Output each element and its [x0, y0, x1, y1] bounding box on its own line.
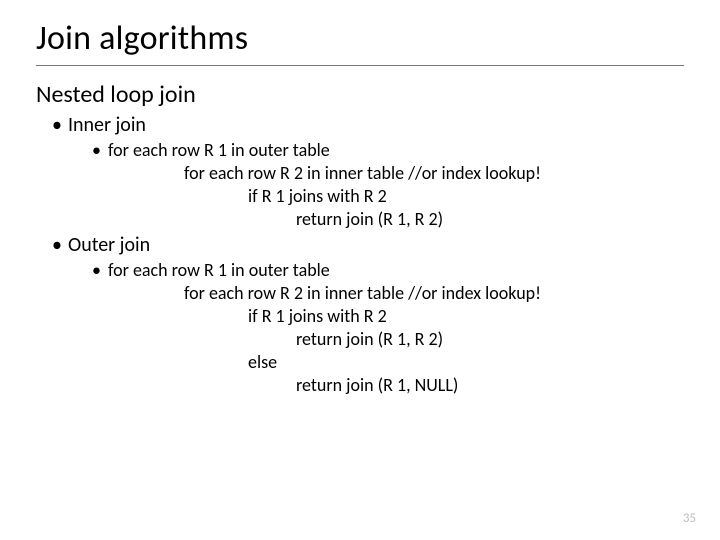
slide-title: Join algorithms: [36, 18, 684, 59]
outer-code-line-5: else: [248, 351, 684, 374]
inner-code-line-4: return join (R 1, R 2): [296, 208, 684, 231]
outer-code-line-2: for each row R 2 in inner table //or ind…: [184, 282, 684, 305]
slide-subhead: Nested loop join: [36, 80, 684, 109]
outer-code-line-1: for each row R 1 in outer table: [108, 259, 684, 282]
bullet-inner-join: Inner join: [68, 113, 684, 137]
title-divider: [36, 65, 684, 66]
outer-code-line-3: if R 1 joins with R 2: [248, 305, 684, 328]
inner-code-line-2: for each row R 2 in inner table //or ind…: [184, 162, 684, 185]
inner-code-line-3: if R 1 joins with R 2: [248, 185, 684, 208]
inner-code-line-1: for each row R 1 in outer table: [108, 139, 684, 162]
code-text: for each row R 1 in outer table: [108, 139, 330, 161]
code-text: for each row R 1 in outer table: [108, 259, 330, 281]
outer-code-line-6: return join (R 1, NULL): [296, 374, 684, 397]
outer-code-line-4: return join (R 1, R 2): [296, 328, 684, 351]
slide: Join algorithms Nested loop join Inner j…: [0, 0, 720, 540]
slide-number: 35: [683, 511, 696, 526]
bullet-outer-join: Outer join: [68, 233, 684, 257]
